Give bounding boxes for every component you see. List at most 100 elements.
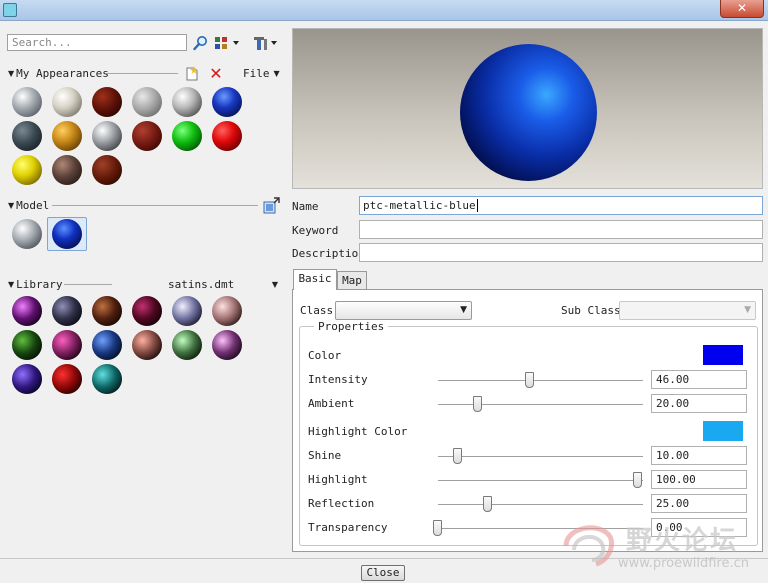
slider-track[interactable] — [438, 404, 643, 406]
close-button[interactable]: Close — [361, 565, 405, 581]
my-appearances-header[interactable]: ▼ My Appearances — [8, 66, 109, 80]
watermark-text: 野火论坛 — [626, 526, 739, 556]
slider-value-field[interactable]: 20.00 — [651, 394, 747, 413]
class-label: Class — [300, 304, 334, 317]
appearance-swatch[interactable] — [132, 296, 162, 326]
description-field[interactable] — [359, 243, 763, 262]
divider — [52, 205, 258, 206]
appearance-swatch[interactable] — [52, 87, 82, 117]
tab-map[interactable]: Map — [337, 271, 367, 290]
appearance-swatch[interactable] — [212, 121, 242, 151]
library-header[interactable]: ▼ Library — [8, 277, 63, 291]
appearance-swatch[interactable] — [52, 330, 82, 360]
view-options-icon[interactable] — [214, 35, 242, 51]
appearance-swatch[interactable] — [92, 121, 122, 151]
library-dropdown-icon[interactable]: ▼ — [270, 278, 280, 290]
keyword-label: Keyword — [292, 224, 339, 237]
delete-icon[interactable]: ✕ — [208, 64, 224, 83]
highlight-color-swatch[interactable] — [703, 421, 743, 441]
appearance-swatch[interactable] — [212, 87, 242, 117]
slider-value-field[interactable]: 25.00 — [651, 494, 747, 513]
properties-title: Properties — [314, 320, 389, 333]
section-title: Library — [16, 277, 63, 291]
slider-value-field[interactable]: 46.00 — [651, 370, 747, 389]
appearance-swatch[interactable] — [172, 87, 202, 117]
appearance-swatch[interactable] — [92, 296, 122, 326]
appearance-swatch[interactable] — [172, 121, 202, 151]
slider-thumb[interactable] — [433, 520, 442, 536]
slider-label: Ambient — [308, 397, 355, 410]
dropdown-arrow-icon: ▼ — [273, 68, 280, 78]
appearance-swatch[interactable] — [212, 296, 242, 326]
file-menu[interactable]: File ▼ — [243, 66, 282, 80]
appearance-swatch[interactable] — [92, 364, 122, 394]
slider-thumb[interactable] — [473, 396, 482, 412]
slider-label: Reflection — [308, 497, 375, 510]
keyword-field[interactable] — [359, 220, 763, 239]
slider-track[interactable] — [438, 480, 643, 482]
collapse-triangle-icon: ▼ — [8, 279, 15, 289]
appearance-swatch[interactable] — [12, 121, 42, 151]
appearance-swatch[interactable] — [212, 330, 242, 360]
watermark: 野火论坛 www.proewildfire.cn — [556, 516, 761, 580]
appearance-swatch[interactable] — [52, 364, 82, 394]
section-title: Model — [16, 198, 50, 212]
app-icon — [3, 3, 17, 17]
highlight-color-label: Highlight Color — [308, 425, 408, 438]
appearance-swatch[interactable] — [52, 121, 82, 151]
appearance-swatch[interactable] — [92, 87, 122, 117]
name-field[interactable]: ptc-metallic-blue — [359, 196, 763, 215]
new-appearance-icon[interactable] — [184, 65, 200, 81]
appearance-swatch[interactable] — [12, 330, 42, 360]
tools-menu-icon[interactable] — [252, 34, 280, 52]
watermark-logo-icon — [563, 525, 614, 567]
preview-viewport[interactable] — [292, 28, 763, 189]
appearance-swatch[interactable] — [52, 296, 82, 326]
appearance-swatch[interactable] — [52, 219, 82, 249]
subclass-select[interactable]: ▼ — [619, 301, 756, 320]
appearance-swatch[interactable] — [132, 330, 162, 360]
slider-label: Intensity — [308, 373, 368, 386]
model-header[interactable]: ▼ Model — [8, 198, 49, 212]
slider-value-field[interactable]: 100.00 — [651, 470, 747, 489]
appearance-swatch[interactable] — [12, 219, 42, 249]
appearance-swatch[interactable] — [92, 155, 122, 185]
search-input[interactable] — [7, 34, 187, 51]
section-title: My Appearances — [16, 66, 109, 80]
class-select[interactable]: ▼ — [335, 301, 472, 320]
slider-thumb[interactable] — [525, 372, 534, 388]
tab-basic[interactable]: Basic — [293, 269, 337, 290]
divider — [106, 73, 178, 74]
slider-label: Transparency — [308, 521, 388, 534]
appearance-swatch[interactable] — [12, 296, 42, 326]
window-close-button[interactable]: ✕ — [720, 0, 764, 18]
appearance-swatch[interactable] — [132, 87, 162, 117]
appearance-swatch[interactable] — [12, 87, 42, 117]
properties-group: Properties Color Highlight Color Intensi… — [299, 320, 758, 546]
search-icon[interactable] — [192, 34, 210, 52]
slider-track[interactable] — [438, 380, 643, 382]
model-pick-icon[interactable] — [262, 196, 280, 214]
title-bar: ✕ — [0, 0, 768, 21]
library-file-selector[interactable]: satins.dmt — [168, 277, 234, 291]
slider-thumb[interactable] — [633, 472, 642, 488]
slider-thumb[interactable] — [453, 448, 462, 464]
appearance-swatch[interactable] — [132, 121, 162, 151]
appearance-swatch[interactable] — [52, 155, 82, 185]
appearance-swatch[interactable] — [92, 330, 122, 360]
appearance-swatch[interactable] — [12, 364, 42, 394]
collapse-triangle-icon: ▼ — [8, 200, 15, 210]
appearance-swatch[interactable] — [172, 296, 202, 326]
appearance-swatch[interactable] — [12, 155, 42, 185]
library-file-name: satins.dmt — [168, 277, 235, 291]
slider-thumb[interactable] — [483, 496, 492, 512]
watermark-url: www.proewildfire.cn — [618, 556, 749, 571]
dropdown-arrow-icon: ▼ — [744, 305, 751, 315]
preview-sphere — [460, 44, 597, 181]
slider-track[interactable] — [438, 504, 643, 506]
color-swatch[interactable] — [703, 345, 743, 365]
slider-track[interactable] — [438, 456, 643, 458]
slider-value-field[interactable]: 10.00 — [651, 446, 747, 465]
name-value: ptc-metallic-blue — [363, 199, 476, 212]
appearance-swatch[interactable] — [172, 330, 202, 360]
